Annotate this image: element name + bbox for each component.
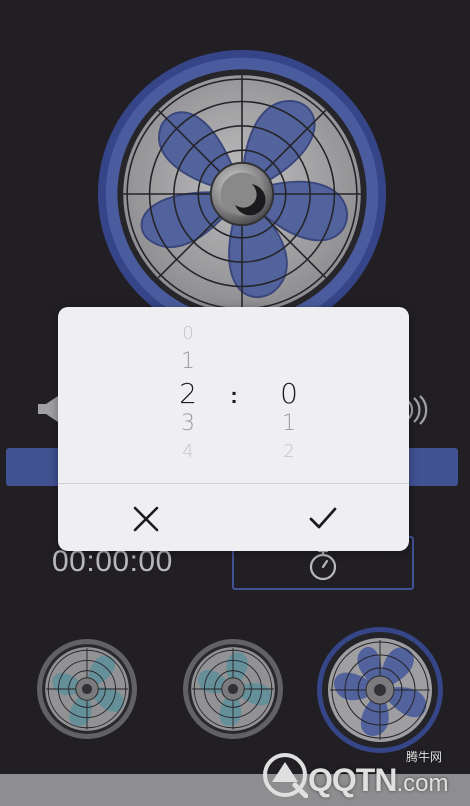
minutes-option[interactable]: 1 xyxy=(269,411,309,436)
hours-option[interactable]: 0 xyxy=(168,323,208,344)
confirm-button[interactable] xyxy=(284,495,360,543)
hours-option[interactable]: 4 xyxy=(168,441,208,462)
close-icon xyxy=(133,506,159,532)
dialog-divider xyxy=(58,483,409,484)
minutes-option[interactable]: 2 xyxy=(269,441,309,462)
timer-picker-dialog: 0 1 2 3 4 : 0 1 2 xyxy=(58,307,409,551)
hours-selected[interactable]: 2 xyxy=(168,377,208,410)
hours-option[interactable]: 3 xyxy=(168,411,208,436)
picker-separator: : xyxy=(230,383,238,408)
cancel-button[interactable] xyxy=(108,495,184,543)
checkmark-icon xyxy=(309,507,337,529)
hours-option[interactable]: 1 xyxy=(168,349,208,374)
minutes-selected[interactable]: 0 xyxy=(269,377,309,410)
